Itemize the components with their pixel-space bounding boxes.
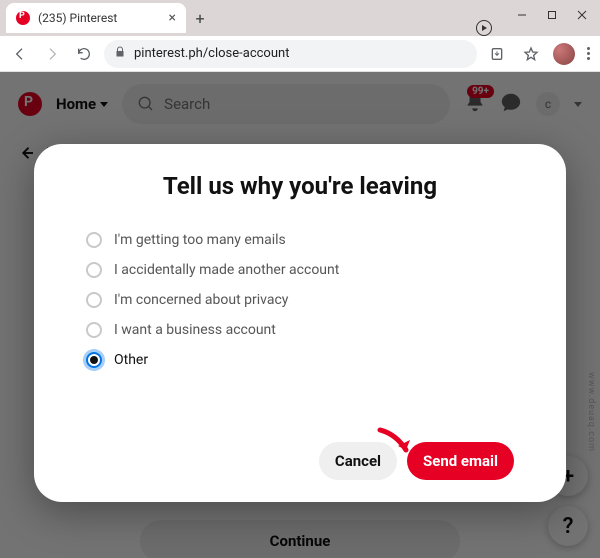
browser-tab[interactable]: (235) Pinterest × <box>6 3 186 33</box>
tab-title: (235) Pinterest <box>38 11 117 25</box>
radio-icon <box>86 232 102 248</box>
omnibox[interactable]: pinterest.ph/close-account <box>104 40 477 68</box>
modal-title: Tell us why you're leaving <box>86 172 514 200</box>
browser-menu-button[interactable] <box>585 47 592 60</box>
reload-button[interactable] <box>72 42 96 66</box>
reason-options: I'm getting too many emails I accidental… <box>86 232 514 368</box>
close-window-button[interactable] <box>568 4 596 26</box>
reason-label: I'm concerned about privacy <box>114 292 288 308</box>
address-bar: pinterest.ph/close-account <box>0 36 600 72</box>
profile-avatar[interactable] <box>553 43 575 65</box>
reason-option[interactable]: I'm concerned about privacy <box>86 292 514 308</box>
page-viewport: Home Search 99+ c Back <box>0 72 600 558</box>
window-titlebar: (235) Pinterest × + <box>0 0 600 36</box>
back-button[interactable] <box>8 42 32 66</box>
toolbar-right <box>485 42 592 66</box>
forward-button[interactable] <box>40 42 64 66</box>
radio-icon <box>86 322 102 338</box>
reason-label: I accidentally made another account <box>114 262 339 278</box>
tab-strip: (235) Pinterest × + <box>0 0 476 36</box>
radio-icon <box>86 292 102 308</box>
lock-icon <box>114 46 126 62</box>
reason-label: I'm getting too many emails <box>114 232 286 248</box>
star-icon[interactable] <box>519 42 543 66</box>
close-account-modal: Tell us why you're leaving I'm getting t… <box>34 144 566 502</box>
url-text: pinterest.ph/close-account <box>134 46 289 61</box>
media-playing-icon[interactable] <box>476 20 492 36</box>
reason-option[interactable]: I want a business account <box>86 322 514 338</box>
maximize-button[interactable] <box>538 4 566 26</box>
reason-option[interactable]: I accidentally made another account <box>86 262 514 278</box>
send-email-button[interactable]: Send email <box>407 442 514 480</box>
reason-label: Other <box>114 352 148 368</box>
modal-actions: Cancel Send email <box>86 442 514 480</box>
reason-label: I want a business account <box>114 322 276 338</box>
annotation-arrow-icon <box>376 426 416 464</box>
radio-icon <box>86 262 102 278</box>
window-controls <box>508 0 600 36</box>
watermark: www.deuaq.com <box>586 372 596 452</box>
radio-icon <box>86 352 102 368</box>
pinterest-favicon-icon <box>16 11 30 25</box>
install-icon[interactable] <box>485 42 509 66</box>
new-tab-button[interactable]: + <box>186 4 214 32</box>
reason-option-selected[interactable]: Other <box>86 352 514 368</box>
reason-option[interactable]: I'm getting too many emails <box>86 232 514 248</box>
minimize-button[interactable] <box>508 4 536 26</box>
close-tab-icon[interactable]: × <box>169 10 176 26</box>
